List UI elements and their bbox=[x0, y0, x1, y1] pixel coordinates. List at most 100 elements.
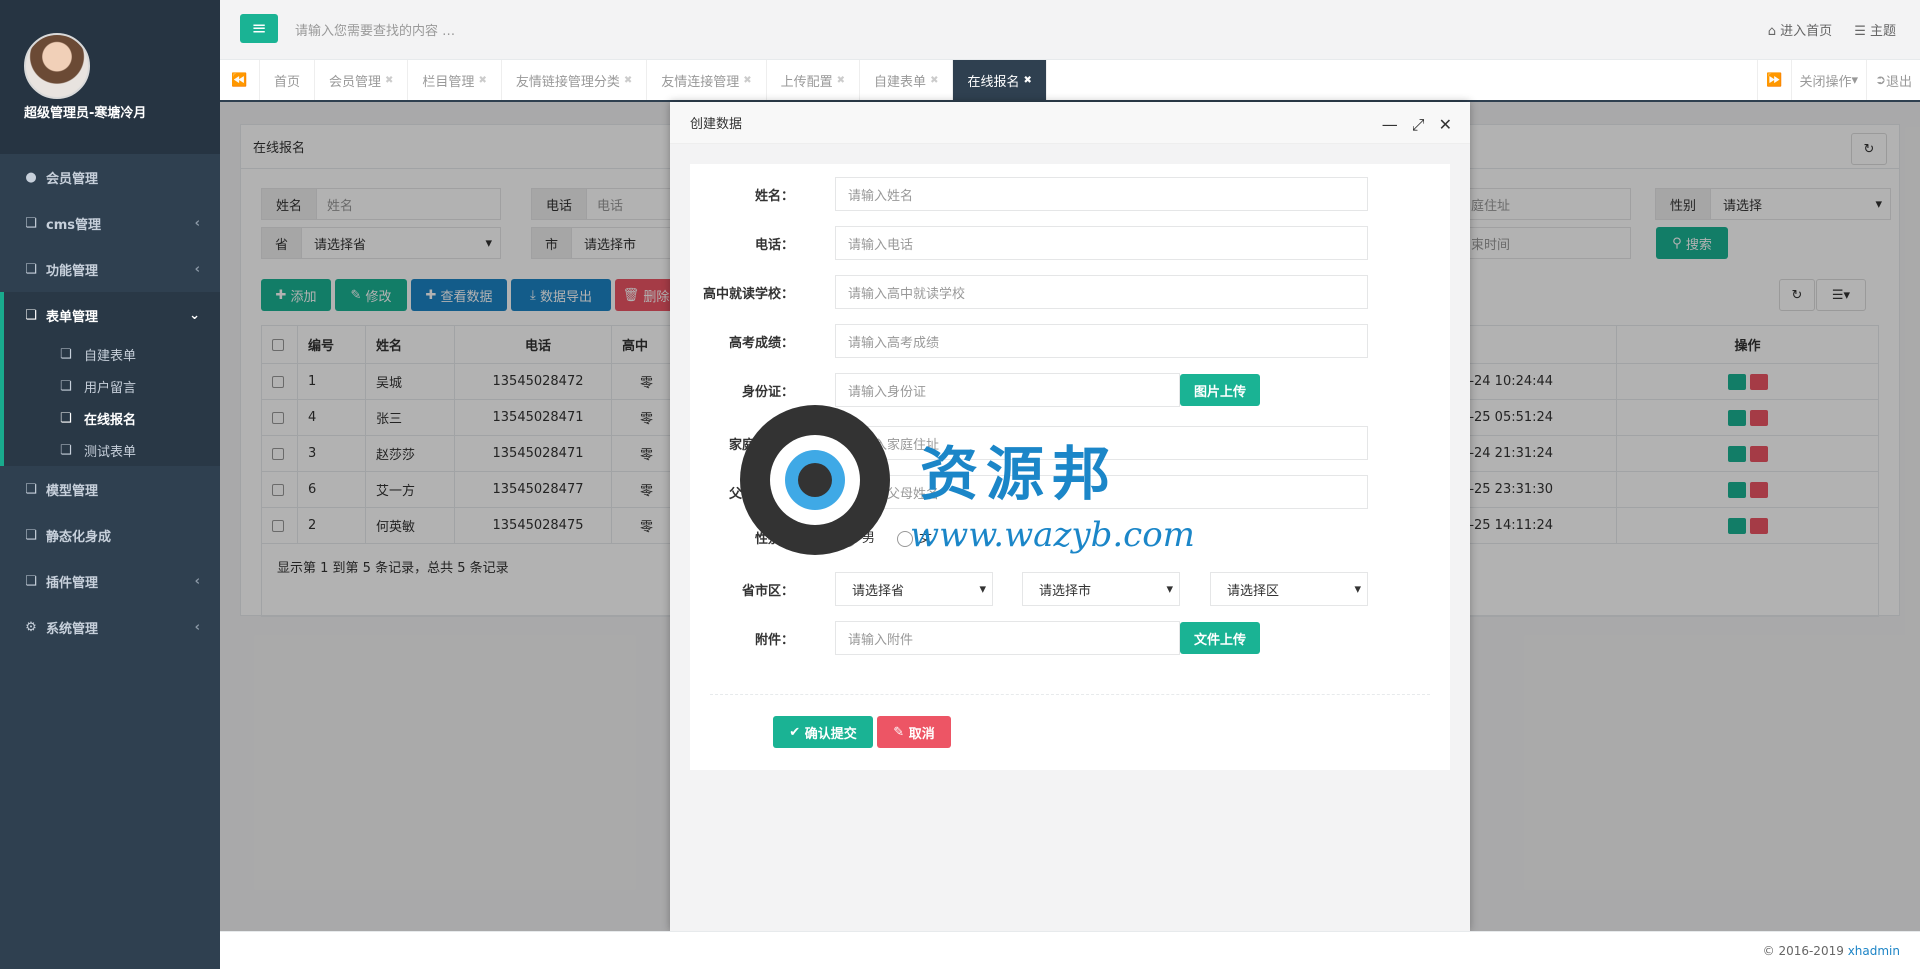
id-card-input[interactable]: 请输入身份证 bbox=[835, 373, 1180, 407]
tab-scroll-left-button[interactable]: ⏪ bbox=[220, 60, 260, 100]
gears-icon: ⚙ bbox=[25, 619, 37, 635]
avatar[interactable] bbox=[24, 33, 90, 99]
score-input[interactable]: 请输入高考成绩 bbox=[835, 324, 1368, 358]
close-icon[interactable]: ✖ bbox=[385, 75, 393, 86]
copy-icon: ❏ bbox=[25, 527, 37, 543]
tab-home[interactable]: 首页 bbox=[260, 60, 316, 100]
district-select[interactable]: 请选择区 ▾ bbox=[1210, 572, 1368, 606]
home-icon: ⌂ bbox=[1767, 24, 1781, 39]
copy-icon: ❏ bbox=[25, 573, 37, 589]
phone-input[interactable]: 请输入电话 bbox=[835, 226, 1368, 260]
submit-button[interactable]: ✔ 确认提交 bbox=[773, 716, 873, 748]
sign-out-icon: ➲ bbox=[1875, 72, 1886, 88]
tab-custom-form[interactable]: 自建表单 ✖ bbox=[860, 60, 954, 100]
home-link[interactable]: ⌂ 进入首页 bbox=[1768, 20, 1832, 39]
copy-icon: ❏ bbox=[60, 411, 72, 426]
sidebar-item-models[interactable]: ❏ 模型管理 bbox=[0, 466, 220, 512]
close-icon[interactable]: ✖ bbox=[1023, 75, 1031, 86]
top-right-links: ⌂ 进入首页 ☰ 主题 bbox=[1768, 20, 1896, 39]
city-select[interactable]: 请选择市 ▾ bbox=[1022, 572, 1180, 606]
tab-online-signup[interactable]: 在线报名 ✖ bbox=[953, 60, 1047, 100]
parent-name-input[interactable]: 请输入父母姓名 bbox=[835, 475, 1368, 509]
copy-icon: ❏ bbox=[25, 261, 37, 277]
check-icon: ✔ bbox=[789, 724, 805, 740]
bars-icon: ≡ bbox=[251, 18, 267, 39]
tab-scroll-right-button[interactable]: ⏩ bbox=[1757, 60, 1790, 100]
nav-menu: ● 会员管理 ❏ cms管理 ‹ ❏ 功能管理 ‹ ❏ 表单管理 ⌄ ❏ 自建表单 ❏ 用户留言 … bbox=[0, 154, 220, 650]
gender-male-radio[interactable]: 男 bbox=[840, 527, 875, 547]
caret-down-icon: ▾ bbox=[1166, 581, 1173, 597]
sidebar-item-static[interactable]: ❏ 静态化身成 bbox=[0, 512, 220, 558]
minimize-icon[interactable]: — bbox=[1382, 115, 1398, 135]
file-upload-button[interactable]: 文件上传 bbox=[1180, 622, 1260, 654]
attachment-input[interactable]: 请输入附件 bbox=[835, 621, 1180, 655]
sidebar-subitem-test-form[interactable]: ❏ 测试表单 bbox=[4, 434, 220, 466]
tab-right-controls: ⏩ 关闭操作 ▾ ➲ 退出 bbox=[1757, 60, 1920, 100]
close-icon[interactable]: ✖ bbox=[624, 75, 632, 86]
forward-icon: ⏩ bbox=[1766, 72, 1783, 88]
image-upload-button[interactable]: 图片上传 bbox=[1180, 374, 1260, 406]
cancel-button[interactable]: ✎ 取消 bbox=[877, 716, 951, 748]
tasks-icon: ☰ bbox=[1854, 24, 1870, 39]
sidebar-item-members[interactable]: ● 会员管理 bbox=[0, 154, 220, 200]
tab-columns[interactable]: 栏目管理 ✖ bbox=[408, 60, 502, 100]
top-search-input[interactable]: 请输入您需要查找的内容 … bbox=[295, 20, 455, 39]
province-select[interactable]: 请选择省 ▾ bbox=[835, 572, 993, 606]
tabs: 首页 会员管理 ✖ 栏目管理 ✖ 友情链接管理分类 ✖ 友情连接管理 ✖ 上传配置 ✖ 自… bbox=[260, 60, 1757, 100]
modal-header: 创建数据 — ⤢ ✕ bbox=[670, 102, 1470, 144]
address-input[interactable]: 请输入家庭住址 bbox=[835, 426, 1368, 460]
profile-name[interactable]: 超级管理员-寒塘冷月 bbox=[24, 102, 146, 121]
tabs-bar: ⏪ 首页 会员管理 ✖ 栏目管理 ✖ 友情链接管理分类 ✖ 友情连接管理 ✖ 上传配置 ✖… bbox=[220, 60, 1920, 102]
school-input[interactable]: 请输入高中就读学校 bbox=[835, 275, 1368, 309]
backward-icon: ⏪ bbox=[231, 72, 248, 88]
chevron-left-icon: ‹ bbox=[194, 215, 200, 231]
sidebar: 超级管理员-寒塘冷月 ● 会员管理 ❏ cms管理 ‹ ❏ 功能管理 ‹ ❏ 表单管理 ⌄ ❏… bbox=[0, 0, 220, 969]
menu-toggle-button[interactable]: ≡ bbox=[240, 14, 278, 43]
close-ops-dropdown[interactable]: 关闭操作 ▾ bbox=[1790, 60, 1867, 100]
close-icon[interactable]: ✕ bbox=[1439, 115, 1452, 135]
topbar: ≡ 请输入您需要查找的内容 … ⌂ 进入首页 ☰ 主题 bbox=[220, 0, 1920, 60]
copy-icon: ❏ bbox=[25, 215, 37, 231]
sidebar-subitem-messages[interactable]: ❏ 用户留言 bbox=[4, 370, 220, 402]
theme-link[interactable]: ☰ 主题 bbox=[1854, 20, 1896, 39]
profile: 超级管理员-寒塘冷月 bbox=[0, 0, 220, 154]
sidebar-item-functions[interactable]: ❏ 功能管理 ‹ bbox=[0, 246, 220, 292]
copy-icon: ❏ bbox=[60, 443, 72, 458]
copy-icon: ❏ bbox=[60, 347, 72, 362]
gender-female-radio[interactable]: 女 bbox=[897, 527, 932, 547]
chevron-left-icon: ‹ bbox=[194, 573, 200, 589]
chevron-left-icon: ‹ bbox=[194, 261, 200, 277]
tab-link-categories[interactable]: 友情链接管理分类 ✖ bbox=[502, 60, 648, 100]
sidebar-item-cms[interactable]: ❏ cms管理 ‹ bbox=[0, 200, 220, 246]
close-icon[interactable]: ✖ bbox=[930, 75, 938, 86]
sidebar-item-forms[interactable]: ❏ 表单管理 ⌄ bbox=[0, 292, 220, 338]
chevron-down-icon: ⌄ bbox=[189, 307, 200, 323]
divider bbox=[710, 694, 1430, 695]
close-icon[interactable]: ✖ bbox=[478, 75, 486, 86]
sidebar-subitem-online-signup[interactable]: ❏ 在线报名 bbox=[4, 402, 220, 434]
close-icon[interactable]: ✖ bbox=[837, 75, 845, 86]
modal-title: 创建数据 bbox=[690, 117, 743, 132]
eraser-icon: ✎ bbox=[893, 724, 909, 740]
sidebar-item-plugins[interactable]: ❏ 插件管理 ‹ bbox=[0, 558, 220, 604]
page-footer: © 2016-2019 xhadmin bbox=[220, 931, 1920, 969]
close-icon[interactable]: ✖ bbox=[743, 75, 751, 86]
user-icon: ● bbox=[25, 169, 37, 185]
tab-links[interactable]: 友情连接管理 ✖ bbox=[647, 60, 767, 100]
copy-icon: ❏ bbox=[25, 307, 37, 323]
brand-link[interactable]: xhadmin bbox=[1848, 944, 1900, 958]
logout-link[interactable]: ➲ 退出 bbox=[1866, 60, 1920, 100]
chevron-left-icon: ‹ bbox=[194, 619, 200, 635]
sidebar-subitem-custom-form[interactable]: ❏ 自建表单 bbox=[4, 338, 220, 370]
caret-down-icon: ▾ bbox=[1354, 581, 1361, 597]
caret-down-icon: ▾ bbox=[979, 581, 986, 597]
create-data-modal: 创建数据 — ⤢ ✕ 姓名： 请输入姓名 电话： 请输入电话 高中就读学校： 请输入高… bbox=[670, 102, 1470, 931]
copyright: © 2016-2019 bbox=[1762, 944, 1844, 958]
create-form: 姓名： 请输入姓名 电话： 请输入电话 高中就读学校： 请输入高中就读学校 高考成绩：… bbox=[690, 164, 1450, 770]
tab-upload-config[interactable]: 上传配置 ✖ bbox=[767, 60, 861, 100]
name-input[interactable]: 请输入姓名 bbox=[835, 177, 1368, 211]
sidebar-item-system[interactable]: ⚙ 系统管理 ‹ bbox=[0, 604, 220, 650]
caret-down-icon: ▾ bbox=[1851, 72, 1859, 88]
tab-members[interactable]: 会员管理 ✖ bbox=[315, 60, 409, 100]
maximize-icon[interactable]: ⤢ bbox=[1412, 115, 1425, 135]
